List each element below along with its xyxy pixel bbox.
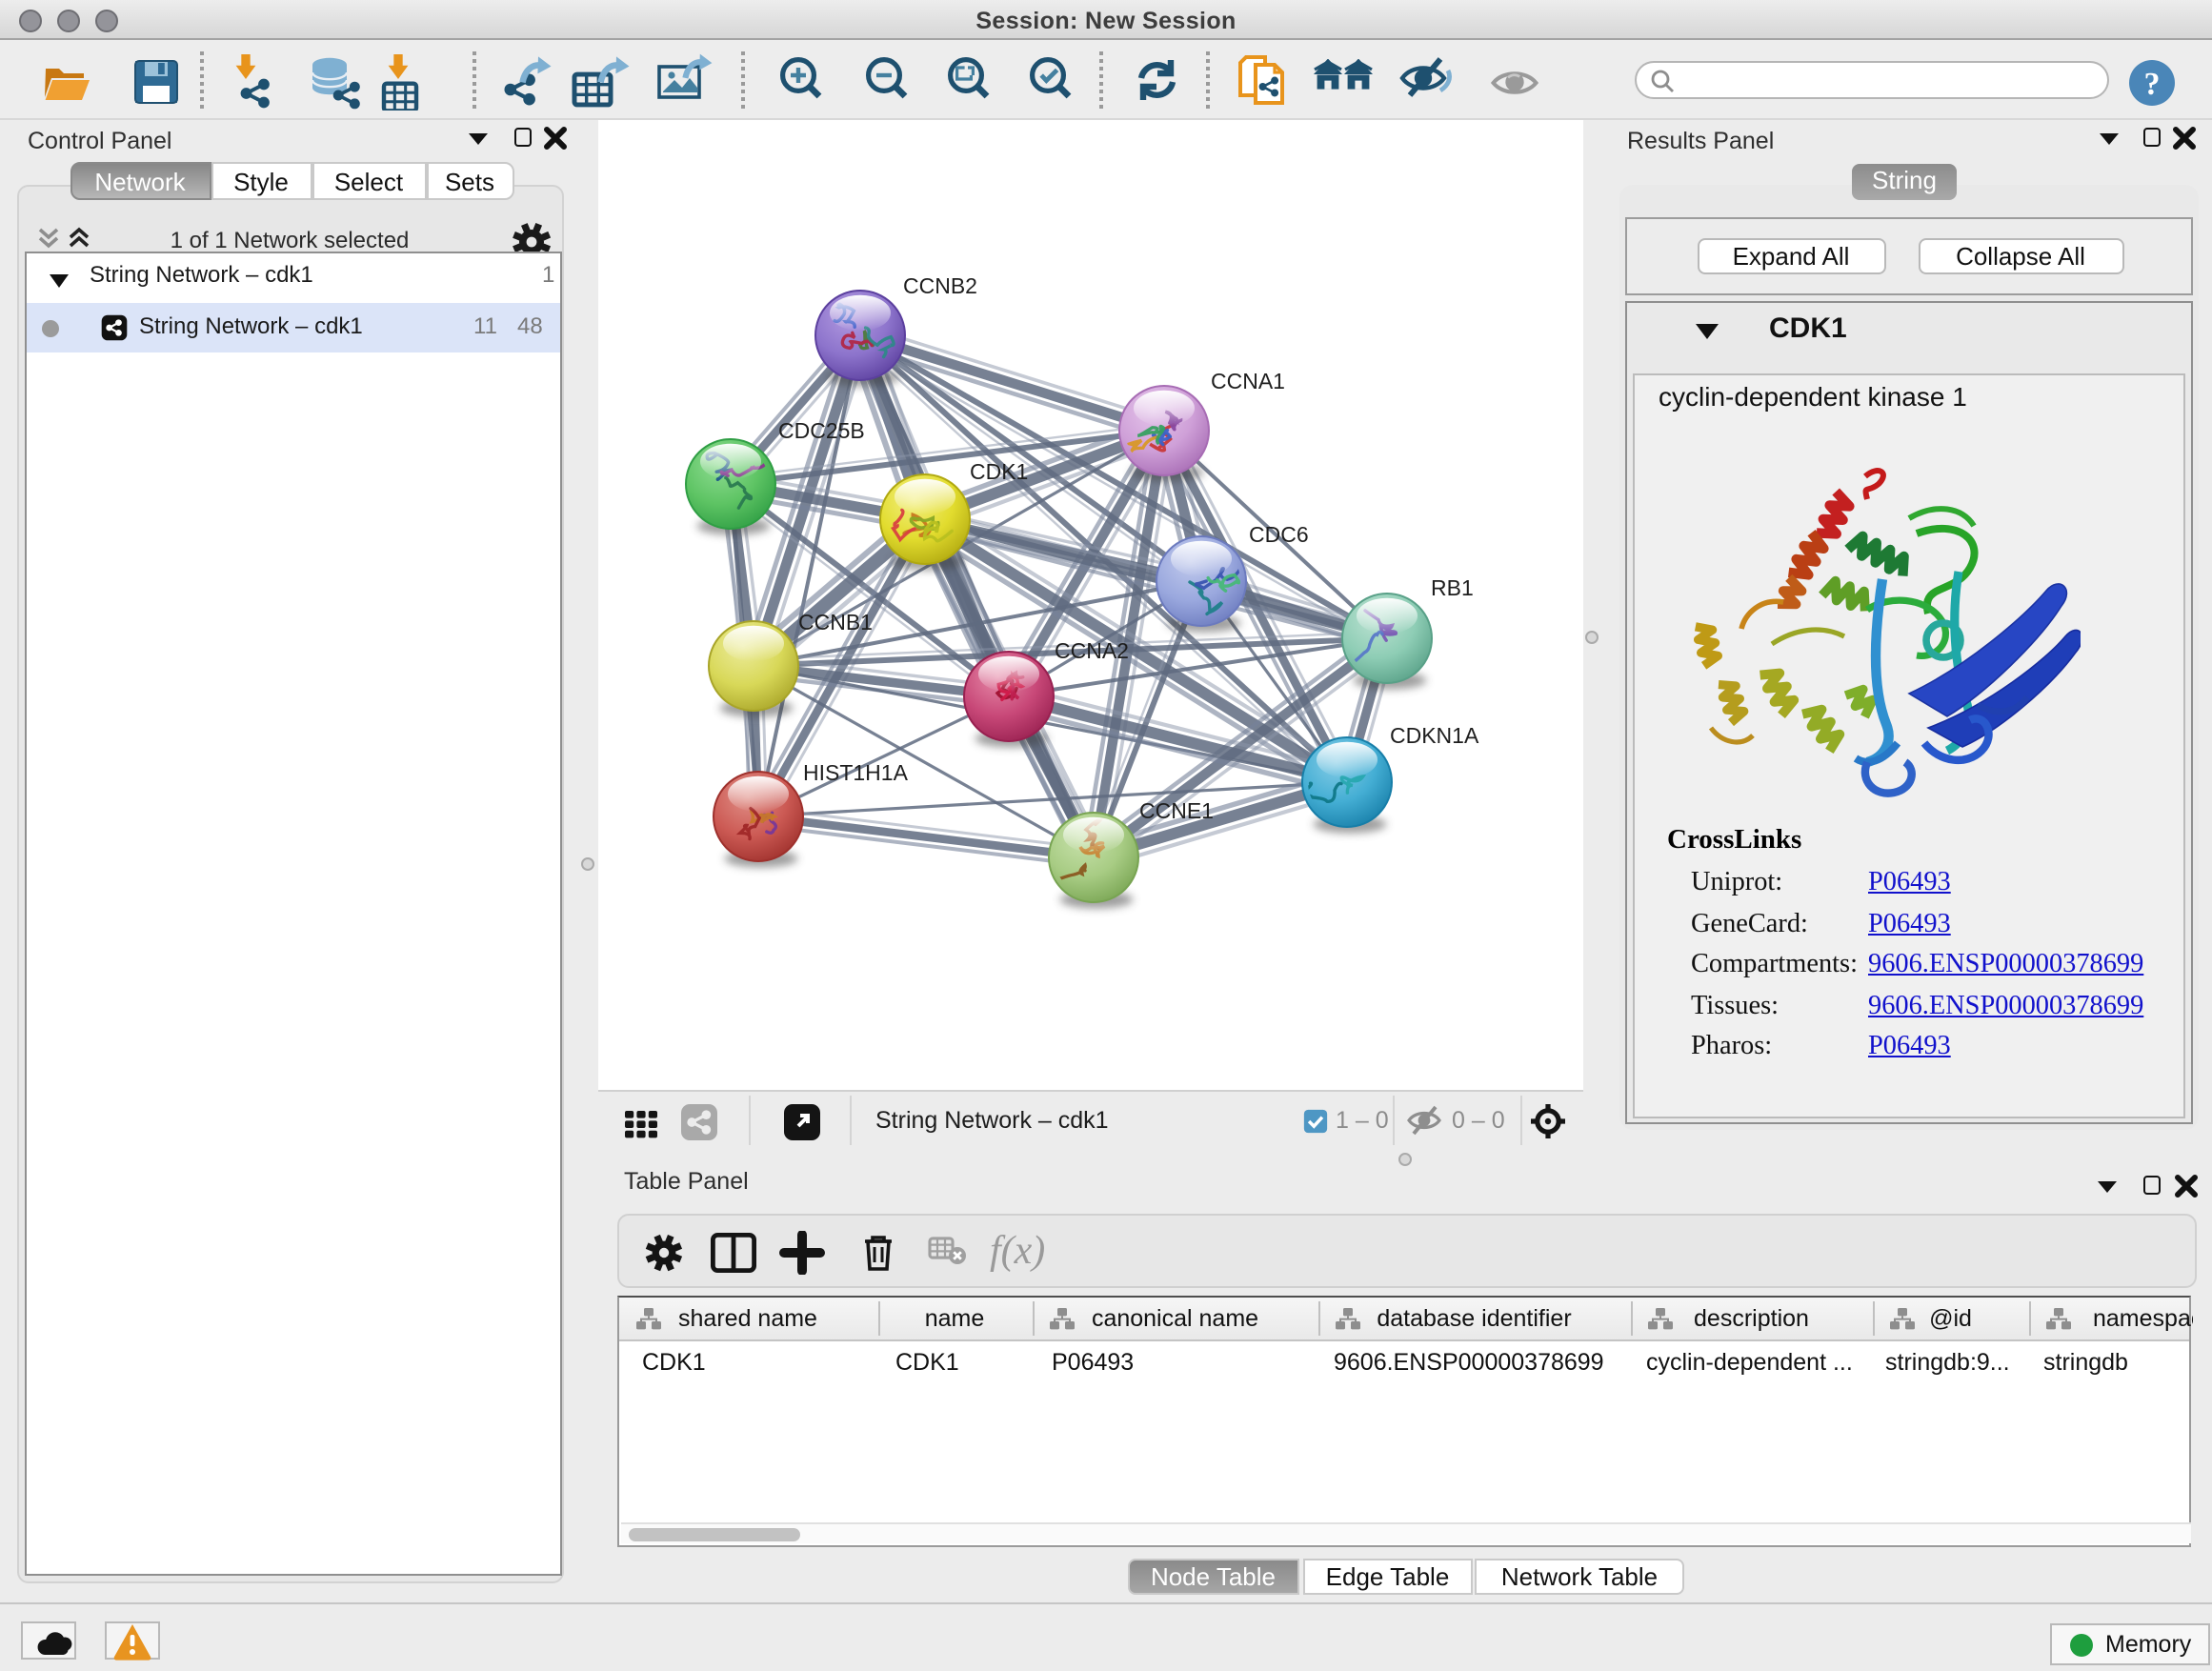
svg-text:RB1: RB1 bbox=[1431, 575, 1474, 600]
svg-text:CCNA2: CCNA2 bbox=[1055, 638, 1129, 663]
svg-text:CDC6: CDC6 bbox=[1249, 522, 1309, 547]
svg-text:CCNE1: CCNE1 bbox=[1139, 798, 1214, 823]
svg-text:CCNA1: CCNA1 bbox=[1211, 369, 1285, 393]
svg-text:CDK1: CDK1 bbox=[970, 459, 1028, 484]
svg-text:HIST1H1A: HIST1H1A bbox=[803, 760, 909, 785]
svg-text:CDKN1A: CDKN1A bbox=[1390, 723, 1479, 748]
svg-text:?: ? bbox=[2144, 66, 2161, 101]
svg-text:CCNB2: CCNB2 bbox=[903, 273, 977, 298]
svg-text:CDC25B: CDC25B bbox=[778, 418, 865, 443]
svg-text:CCNB1: CCNB1 bbox=[798, 610, 873, 634]
